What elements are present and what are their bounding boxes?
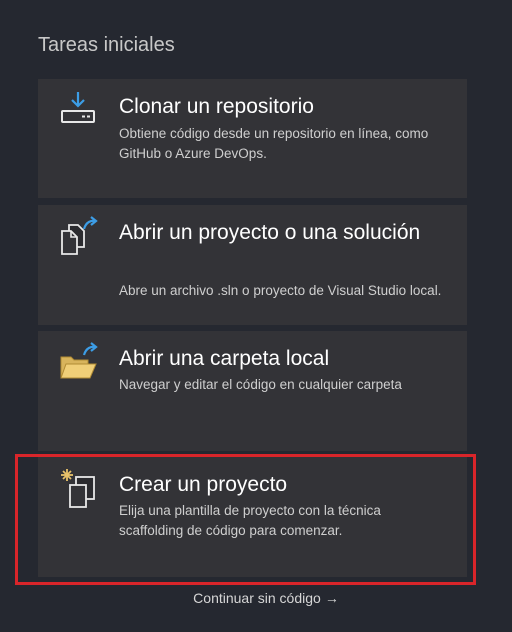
clone-repository-card[interactable]: Clonar un repositorio Obtiene código des… — [38, 79, 467, 198]
card-description: Obtiene código desde un repositorio en l… — [119, 126, 429, 161]
card-title: Crear un proyecto — [119, 473, 288, 496]
new-project-icon — [58, 467, 98, 508]
download-drive-icon — [58, 89, 98, 129]
arrow-right-icon: → — [324, 590, 339, 606]
open-file-icon — [58, 215, 98, 255]
continue-label: Continuar sin código — [193, 590, 321, 606]
open-folder-card[interactable]: Abrir una carpeta local Navegar y editar… — [38, 331, 467, 451]
card-title: Clonar un repositorio — [119, 95, 314, 118]
open-project-card[interactable]: Abrir un proyecto o una solución Abre un… — [38, 205, 467, 325]
card-description: Abre un archivo .sln o proyecto de Visua… — [119, 283, 442, 298]
section-title: Tareas iniciales — [38, 34, 175, 56]
continue-without-code-link[interactable]: Continuar sin código → — [0, 590, 512, 606]
open-folder-icon — [58, 341, 98, 381]
card-description: Elija una plantilla de proyecto con la t… — [119, 503, 381, 538]
create-project-card[interactable]: Crear un proyecto Elija una plantilla de… — [38, 457, 467, 577]
card-title: Abrir una carpeta local — [119, 347, 330, 370]
card-description: Navegar y editar el código en cualquier … — [119, 377, 402, 392]
card-title: Abrir un proyecto o una solución — [119, 221, 421, 244]
